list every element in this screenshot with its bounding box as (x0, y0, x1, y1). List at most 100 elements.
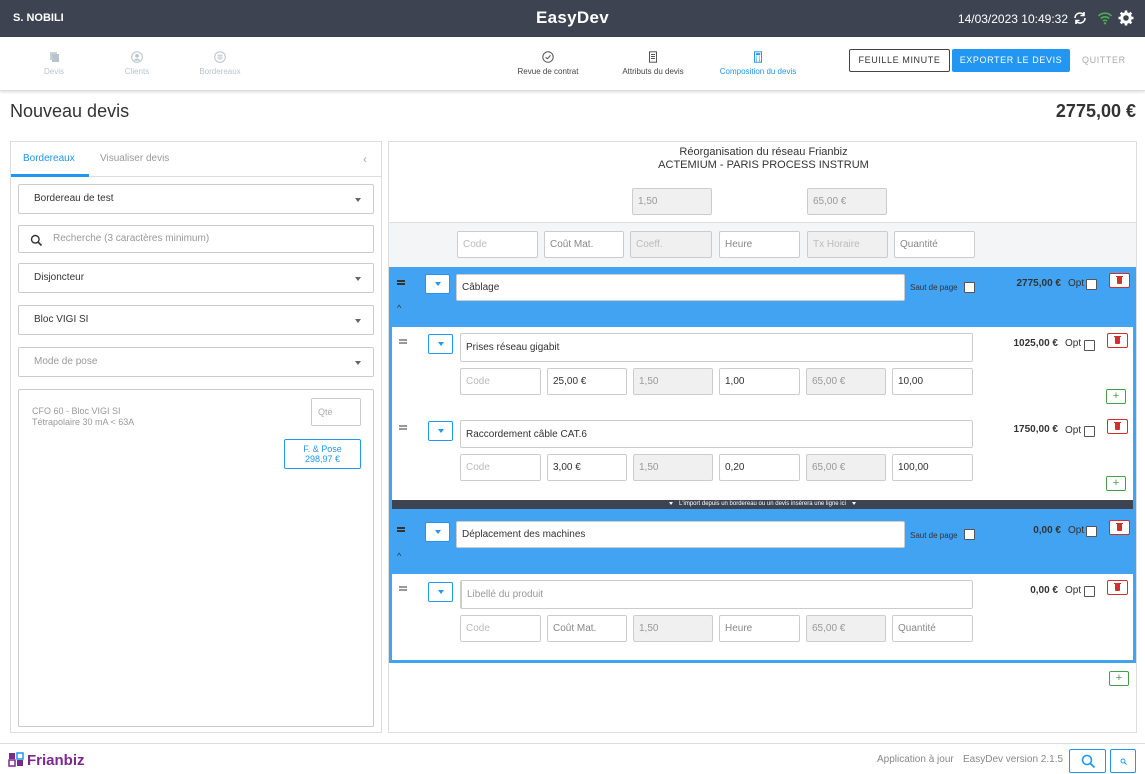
line-coeff-input[interactable]: 1,50 (633, 454, 713, 481)
chevron-up-icon[interactable]: ^ (397, 551, 405, 561)
disjoncteur-select[interactable]: Disjoncteur (18, 263, 374, 293)
delete-section-icon[interactable] (1109, 273, 1130, 288)
line-taux-input[interactable]: 65,00 € (806, 615, 886, 642)
section-menu-dropdown[interactable] (425, 274, 450, 294)
line-heure-input[interactable]: 0,20 (719, 454, 800, 481)
line-cout-input[interactable]: Coût Mat. (547, 615, 627, 642)
opt-checkbox[interactable] (1086, 526, 1097, 537)
feuille-minute-button[interactable]: FEUILLE MINUTE (849, 49, 950, 72)
line-label-input[interactable]: Raccordement câble CAT.6 (460, 420, 973, 448)
saut-page-checkbox[interactable] (964, 282, 975, 293)
line-menu-dropdown[interactable] (428, 334, 453, 354)
exporter-devis-button[interactable]: EXPORTER LE DEVIS (952, 49, 1070, 72)
mode-pose-select[interactable]: Mode de pose (18, 347, 374, 377)
section-price: 2775,00 € (1016, 278, 1062, 289)
line-label-input[interactable]: Libellé du produit (460, 580, 973, 609)
chevron-up-icon[interactable]: ^ (397, 303, 405, 313)
bloc-select[interactable]: Bloc VIGI SI (18, 305, 374, 335)
quitter-button[interactable]: QUITTER (1082, 55, 1126, 65)
delete-line-icon[interactable] (1107, 580, 1128, 595)
mode-pose-placeholder: Mode de pose (34, 356, 98, 367)
delete-section-icon[interactable] (1109, 520, 1130, 535)
nav-attributs[interactable]: Attributs du devis (619, 51, 687, 76)
header-heure[interactable]: Heure (719, 231, 800, 258)
left-tabs: Bordereaux Visualiser devis ‹ (11, 142, 381, 177)
line-label-input[interactable]: Prises réseau gigabit (460, 333, 973, 362)
drag-handle-icon[interactable] (397, 279, 405, 285)
opt-checkbox[interactable] (1084, 426, 1095, 437)
nav-composition[interactable]: Composition du devis (716, 51, 800, 76)
global-coeff-input[interactable]: 1,50 (632, 188, 712, 215)
line-quantite-input[interactable]: 10,00 (892, 368, 973, 395)
drag-handle-icon[interactable] (399, 424, 407, 430)
quantity-input[interactable]: Qté (311, 398, 361, 426)
drag-handle-icon[interactable] (397, 526, 405, 532)
section-menu-dropdown[interactable] (425, 522, 450, 542)
gear-icon[interactable] (1118, 10, 1134, 26)
line-quantite-input[interactable]: Quantité (892, 615, 973, 642)
import-insert-bar[interactable]: L'import depuis un bordereau ou un devis… (392, 500, 1133, 509)
line-code-input[interactable]: Code (460, 368, 541, 395)
line-coeff-input[interactable]: 1,50 (633, 368, 713, 395)
line-taux-input[interactable]: 65,00 € (806, 368, 886, 395)
opt-checkbox[interactable] (1086, 279, 1097, 290)
wifi-icon (1097, 12, 1113, 25)
line-menu-dropdown[interactable] (428, 582, 453, 602)
import-text: L'import depuis un bordereau ou un devis… (679, 501, 846, 507)
header-quantite[interactable]: Quantité (894, 231, 975, 258)
saut-page-checkbox[interactable] (964, 529, 975, 540)
delete-line-icon[interactable] (1107, 419, 1128, 434)
search-button[interactable] (1069, 749, 1106, 773)
page-title: Nouveau devis (10, 101, 130, 121)
update-status: Application à jour (877, 754, 954, 765)
add-line-button[interactable]: + (1106, 476, 1126, 491)
line-code-input[interactable]: Code (460, 615, 541, 642)
sync-icon[interactable] (1072, 10, 1088, 26)
drag-handle-icon[interactable] (399, 585, 407, 591)
section-price: 0,00 € (1033, 525, 1061, 536)
chevron-left-icon[interactable]: ‹ (363, 152, 367, 166)
bordereau-select[interactable]: Bordereau de test (18, 184, 374, 214)
header-taux[interactable]: Tx Horaire (807, 231, 888, 258)
line-cout-input[interactable]: 25,00 € (547, 368, 627, 395)
delete-line-icon[interactable] (1107, 333, 1128, 348)
project-header: Réorganisation du réseau Frianbiz ACTEMI… (389, 146, 1136, 172)
line-taux-input[interactable]: 65,00 € (806, 454, 886, 481)
line-quantite-input[interactable]: 100,00 (892, 454, 973, 481)
nav-clients[interactable]: Clients (122, 51, 152, 76)
list-icon (214, 51, 226, 63)
add-line-button[interactable]: + (1106, 389, 1126, 404)
opt-checkbox[interactable] (1084, 586, 1095, 597)
search-input[interactable]: Recherche (3 caractères minimum) (18, 225, 374, 253)
line-coeff-input[interactable]: 1,50 (633, 615, 713, 642)
header-code[interactable]: Code (457, 231, 538, 258)
line-heure-input[interactable]: Heure (719, 615, 800, 642)
drag-handle-icon[interactable] (399, 338, 407, 344)
search-icon (30, 234, 43, 247)
line-code-input[interactable]: Code (460, 454, 541, 481)
fourniture-pose-button[interactable]: F. & Pose 298,97 € (284, 439, 361, 469)
small-search-button[interactable] (1110, 749, 1136, 773)
add-section-button[interactable]: + (1109, 671, 1129, 686)
tab-visualiser-devis[interactable]: Visualiser devis (100, 153, 169, 164)
section-deplacement: Déplacement des machines Saut de page 0,… (389, 514, 1136, 663)
section-title-input[interactable]: Déplacement des machines (456, 521, 905, 548)
line-price: 1750,00 € (1013, 424, 1059, 435)
tab-bordereaux[interactable]: Bordereaux (23, 153, 75, 164)
header-cout[interactable]: Coût Mat. (544, 231, 624, 258)
nav-devis[interactable]: Devis (42, 51, 66, 76)
document-icon (649, 51, 657, 63)
footer: Frianbiz Application à jour EasyDev vers… (0, 743, 1145, 774)
section-lines: Libellé du produit 0,00 € Opt Code Coût … (392, 574, 1133, 660)
opt-checkbox[interactable] (1084, 340, 1095, 351)
global-taux-input[interactable]: 65,00 € (807, 188, 887, 215)
line-price: 1025,00 € (1013, 338, 1059, 349)
line-heure-input[interactable]: 1,00 (719, 368, 800, 395)
line-cout-input[interactable]: 3,00 € (547, 454, 627, 481)
section-cablage: Câblage Saut de page 2775,00 € Opt ^ Pri… (389, 267, 1136, 514)
nav-bordereaux[interactable]: Bordereaux (197, 51, 243, 76)
nav-revue-contrat[interactable]: Revue de contrat (514, 51, 582, 76)
line-menu-dropdown[interactable] (428, 421, 453, 441)
section-title-input[interactable]: Câblage (456, 274, 905, 301)
header-coeff[interactable]: Coeff. (630, 231, 712, 258)
